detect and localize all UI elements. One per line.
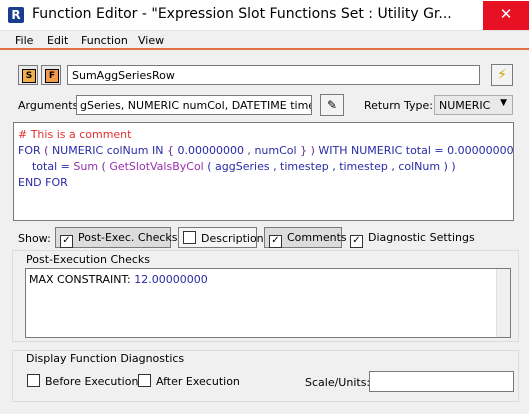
lightning-button[interactable]: ⚡ [491, 64, 513, 86]
diagnostics-legend: Display Function Diagnostics [24, 352, 187, 365]
code-token: total = [18, 160, 74, 173]
code-token: 0.00000000 [177, 144, 244, 157]
return-type-value: NUMERIC [439, 99, 491, 112]
app-icon: R [8, 7, 24, 23]
code-token: ( [40, 144, 52, 157]
function-body-editor[interactable]: # This is a comment FOR ( NUMERIC colNum… [13, 122, 514, 221]
menu-view[interactable]: View [138, 34, 164, 47]
post-execution-editor[interactable]: MAX CONSTRAINT: 12.00000000 [25, 268, 511, 338]
return-type-select[interactable]: NUMERIC ▼ [434, 95, 513, 115]
close-button[interactable]: ✕ [483, 1, 529, 30]
checkbox-unchecked-icon [183, 231, 196, 244]
vertical-scrollbar[interactable] [496, 269, 510, 337]
comments-toggle[interactable]: ✓ Comments [264, 227, 347, 248]
after-execution-checkbox[interactable]: After Execution [138, 374, 240, 388]
scale-units-input[interactable] [369, 371, 514, 392]
edit-arguments-button[interactable]: ✎ [320, 94, 344, 116]
code-token: numCol [254, 144, 297, 157]
checkbox-unchecked-icon [138, 374, 151, 387]
menu-bar [0, 31, 529, 50]
function-name-input[interactable]: SumAggSeriesRow [67, 65, 480, 85]
code-token: WITH NUMERIC total = 0.00000000 DO [318, 144, 514, 157]
checkbox-checked-icon: ✓ [60, 235, 73, 248]
script-icon: S [22, 69, 36, 83]
checkbox-checked-icon: ✓ [350, 235, 363, 248]
return-type-label: Return Type: [364, 99, 433, 112]
scale-units-label: Scale/Units: [305, 376, 371, 389]
check-label: MAX CONSTRAINT: [29, 273, 135, 286]
show-label: Show: [18, 232, 51, 245]
post-exec-label: Post-Exec. Checks [78, 231, 178, 244]
code-token: } ) [296, 144, 319, 157]
chevron-down-icon: ▼ [500, 98, 507, 108]
checkbox-unchecked-icon [27, 374, 40, 387]
lightning-icon: ⚡ [497, 67, 507, 83]
window-title: Function Editor - "Expression Slot Funct… [32, 6, 452, 22]
code-token: FOR [18, 144, 41, 157]
before-execution-checkbox[interactable]: Before Execution [27, 374, 138, 388]
arguments-input[interactable]: gSeries, NUMERIC numCol, DATETIME timest… [76, 95, 312, 115]
comments-label: Comments [287, 231, 347, 244]
check-value: 12.00000000 [134, 273, 208, 286]
description-label: Description [201, 232, 264, 245]
script-button[interactable]: S [18, 65, 38, 85]
menu-file[interactable]: File [15, 34, 33, 47]
function-button[interactable]: F [41, 65, 61, 85]
description-toggle[interactable]: Description [178, 227, 264, 248]
before-execution-label: Before Execution [45, 375, 139, 388]
code-token: { [163, 144, 178, 157]
function-icon: F [45, 69, 59, 83]
checkbox-checked-icon: ✓ [269, 235, 282, 248]
code-comment: # This is a comment [18, 128, 132, 141]
edit-icon: ✎ [326, 98, 338, 112]
diagnostic-settings-checkbox[interactable]: ✓ Diagnostic Settings [350, 231, 475, 248]
post-execution-legend: Post-Execution Checks [24, 253, 153, 266]
code-token: Sum [73, 160, 99, 173]
code-token: GetSlotValsByCol [109, 160, 204, 173]
code-token: ( [98, 160, 110, 173]
diagnostic-settings-label: Diagnostic Settings [368, 231, 475, 244]
code-token: NUMERIC colNum IN [51, 144, 164, 157]
post-exec-checks-toggle[interactable]: ✓ Post-Exec. Checks [55, 227, 177, 248]
arguments-label: Arguments: [18, 99, 83, 112]
menu-edit[interactable]: Edit [47, 34, 68, 47]
code-token: ( aggSeries , timestep , timestep , colN… [203, 160, 456, 173]
code-token: END FOR [18, 176, 68, 189]
code-token: , [243, 144, 255, 157]
after-execution-label: After Execution [156, 375, 240, 388]
menu-function[interactable]: Function [81, 34, 128, 47]
